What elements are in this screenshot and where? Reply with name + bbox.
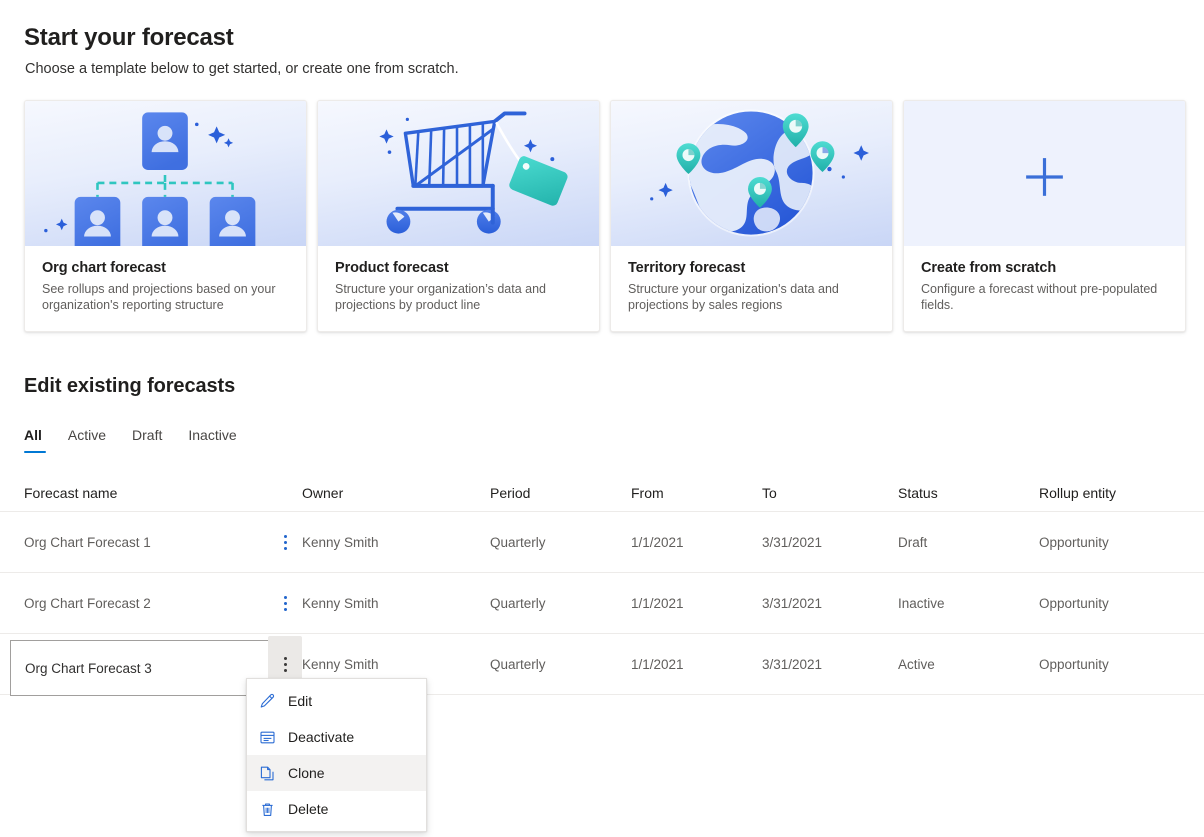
column-header-to[interactable]: To [762,485,898,501]
template-card-product[interactable]: Product forecast Structure your organiza… [317,100,600,332]
template-card-body: Product forecast Structure your organiza… [318,246,599,331]
forecast-setup-page: Start your forecast Choose a template be… [0,0,1204,837]
cell-forecast-name[interactable]: Org Chart Forecast 2 [0,596,268,611]
cell-to: 3/31/2021 [762,595,823,611]
table-row[interactable]: Org Chart Forecast 2 Kenny Smith Quarter… [0,573,1204,634]
template-card-title: Product forecast [335,260,449,276]
trash-icon [259,801,276,818]
cell-forecast-name[interactable]: Org Chart Forecast 1 [0,535,268,550]
row-overflow-menu-button[interactable] [271,589,299,617]
context-menu-item-delete[interactable]: Delete [247,791,426,827]
cell-to: 3/31/2021 [762,534,823,550]
dot [283,607,287,611]
cell-status: Active [898,656,935,672]
table-row[interactable]: Org Chart Forecast 1 Kenny Smith Quarter… [0,512,1204,573]
template-card-title: Create from scratch [921,260,1057,276]
cell-owner: Kenny Smith [302,534,379,550]
cell-forecast-name[interactable]: Org Chart Forecast 3 [10,640,281,696]
cell-to: 3/31/2021 [762,656,823,672]
template-card-title: Org chart forecast [42,260,166,276]
context-menu-item-label: Clone [288,765,325,781]
column-header-from[interactable]: From [631,485,762,501]
dot [283,662,287,666]
template-card-body: Org chart forecast See rollups and proje… [25,246,306,331]
context-menu-item-clone[interactable]: Clone [247,755,426,791]
row-context-menu: Edit Deactivate Clone Delete [246,678,427,832]
page-subtitle: Choose a template below to get started, … [25,61,459,77]
dot [283,601,287,605]
shopping-cart-illustration [318,101,599,246]
cell-actions [268,589,302,617]
plus-icon [904,101,1185,246]
cell-period: Quarterly [490,595,546,611]
section-title-edit-existing: Edit existing forecasts [24,375,236,397]
tab-all[interactable]: All [24,427,56,453]
org-chart-illustration [25,101,306,246]
dot [283,595,287,599]
cell-actions [268,528,302,556]
tab-draft[interactable]: Draft [132,427,176,453]
tab-active[interactable]: Active [68,427,120,453]
column-header-owner[interactable]: Owner [302,485,490,501]
page-title: Start your forecast [24,24,234,51]
template-card-desc: See rollups and projections based on you… [42,282,276,312]
tab-inactive[interactable]: Inactive [188,427,250,453]
template-card-list: Org chart forecast See rollups and proje… [24,100,1186,332]
tab-label: Inactive [188,427,237,443]
context-menu-item-label: Deactivate [288,729,355,745]
cell-from: 1/1/2021 [631,656,684,672]
row-overflow-menu-button[interactable] [271,528,299,556]
template-card-title: Territory forecast [628,260,746,276]
table-row-selected[interactable]: Org Chart Forecast 3 Kenny Smith Quarter… [0,634,1204,696]
template-card-body: Create from scratch Configure a forecast… [904,246,1185,331]
template-card-territory[interactable]: Territory forecast Structure your organi… [610,100,893,332]
pencil-icon [259,693,276,710]
template-card-desc: Structure your organization's data and p… [628,282,839,312]
globe-illustration [611,101,892,246]
column-header-status[interactable]: Status [898,485,1039,501]
cell-status: Draft [898,534,928,550]
tab-label: Draft [132,427,163,443]
forecast-table: Forecast name Owner Period From To Statu… [0,475,1204,696]
cell-rollup-entity: Opportunity [1039,595,1109,611]
cell-period: Quarterly [490,656,546,672]
dot [283,540,287,544]
archive-icon [259,729,276,746]
dot [283,534,287,538]
table-header-row: Forecast name Owner Period From To Statu… [0,475,1204,512]
template-card-create-from-scratch[interactable]: Create from scratch Configure a forecast… [903,100,1186,332]
context-menu-item-edit[interactable]: Edit [247,683,426,719]
cell-rollup-entity: Opportunity [1039,656,1109,672]
context-menu-item-label: Edit [288,693,313,709]
cell-from: 1/1/2021 [631,534,684,550]
column-header-period[interactable]: Period [490,485,631,501]
dot [283,656,287,660]
context-menu-item-label: Delete [288,801,329,817]
forecast-filter-tabs: All Active Draft Inactive [24,427,263,453]
dot [283,546,287,550]
context-menu-item-deactivate[interactable]: Deactivate [247,719,426,755]
cell-owner: Kenny Smith [302,656,379,672]
column-header-forecast-name[interactable]: Forecast name [0,485,268,501]
template-card-desc: Configure a forecast without pre-populat… [921,282,1158,312]
cell-period: Quarterly [490,534,546,550]
cell-owner: Kenny Smith [302,595,379,611]
template-card-org-chart[interactable]: Org chart forecast See rollups and proje… [24,100,307,332]
tab-label: All [24,427,42,443]
column-header-rollup-entity[interactable]: Rollup entity [1039,485,1204,501]
cell-from: 1/1/2021 [631,595,684,611]
copy-icon [259,765,276,782]
cell-status: Inactive [898,595,945,611]
template-card-desc: Structure your organization’s data and p… [335,282,547,312]
template-card-body: Territory forecast Structure your organi… [611,246,892,331]
tab-label: Active [67,427,107,443]
cell-rollup-entity: Opportunity [1039,534,1109,550]
dot [283,668,287,672]
